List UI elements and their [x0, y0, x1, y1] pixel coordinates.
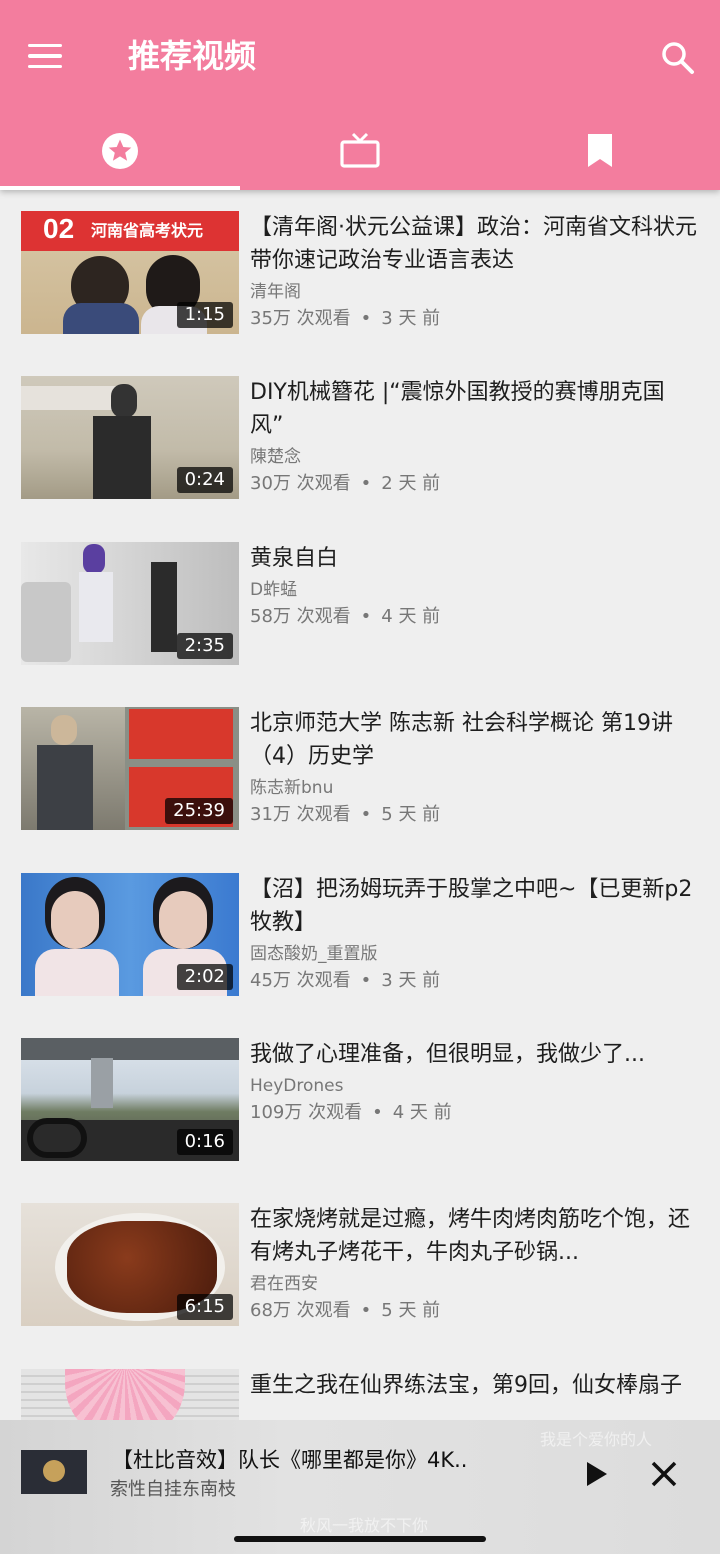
- background-lyric: 我是个爱你的人: [540, 1430, 653, 1449]
- view-count: 109万 次观看: [250, 1102, 363, 1123]
- upload-age: 4 天 前: [392, 1102, 452, 1123]
- video-channel[interactable]: 陳楚念: [250, 444, 698, 470]
- video-title[interactable]: 【清年阁·状元公益课】政治：河南省文科状元带你速记政治专业语言表达: [250, 211, 698, 277]
- view-count: 58万 次观看: [250, 606, 351, 627]
- video-duration: 2:02: [176, 964, 233, 990]
- mini-player-title[interactable]: 【杜比音效】队长《哪里都是你》4K..: [112, 1444, 542, 1476]
- video-title[interactable]: 在家烧烤就是过瘾，烤牛肉烤肉筋吃个饱，还有烤丸子烤花干，牛肉丸子砂锅...: [250, 1203, 698, 1269]
- page-title: 推荐视频: [128, 37, 257, 75]
- video-thumbnail: 02 河南省高考状元 1:15: [21, 211, 239, 334]
- video-duration: 0:24: [176, 467, 233, 493]
- video-thumbnail: 25:39: [21, 707, 239, 830]
- video-title[interactable]: 【沼】把汤姆玩弄于股掌之中吧~【已更新p2牧教】: [250, 873, 698, 939]
- view-count: 45万 次观看: [250, 970, 351, 991]
- video-title[interactable]: DIY机械簪花 |“震惊外国教授的赛博朋克国风”: [250, 376, 698, 442]
- thumbnail-caption: 河南省高考状元: [91, 221, 204, 240]
- tab-recommended[interactable]: [0, 112, 240, 190]
- video-thumbnail: 2:35: [21, 542, 239, 665]
- video-thumbnail: 0:24: [21, 376, 239, 499]
- video-item[interactable]: 2:35 黄泉自白 D蚱蜢 58万 次观看 • 4 天 前: [0, 542, 720, 692]
- video-title[interactable]: 重生之我在仙界练法宝，第9回，仙女棒扇子: [250, 1369, 698, 1402]
- video-channel[interactable]: HeyDrones: [250, 1073, 698, 1099]
- tab-saved[interactable]: [480, 112, 720, 190]
- video-title[interactable]: 黄泉自白: [250, 542, 698, 575]
- view-count: 31万 次观看: [250, 804, 351, 825]
- bookmark-icon: [588, 134, 612, 167]
- video-thumbnail: 0:16: [21, 1038, 239, 1161]
- video-thumbnail: 6:15: [21, 1203, 239, 1326]
- mini-player[interactable]: 我是个爱你的人 秋风一我放不下你 【杜比音效】队长《哪里都是你》4K.. 索性自…: [0, 1420, 720, 1554]
- view-count: 35万 次观看: [250, 308, 351, 329]
- upload-age: 5 天 前: [381, 804, 441, 825]
- video-title[interactable]: 我做了心理准备，但很明显，我做少了...: [250, 1038, 698, 1071]
- video-channel[interactable]: D蚱蜢: [250, 577, 698, 603]
- video-duration: 6:15: [176, 1294, 233, 1320]
- video-item[interactable]: 6:15 在家烧烤就是过瘾，烤牛肉烤肉筋吃个饱，还有烤丸子烤花干，牛肉丸子砂锅.…: [0, 1203, 720, 1353]
- video-item[interactable]: 02 河南省高考状元 1:15 【清年阁·状元公益课】政治：河南省文科状元带你速…: [0, 211, 720, 361]
- video-meta: 35万 次观看 • 3 天 前: [250, 308, 441, 329]
- background-lyric: 秋风一我放不下你: [300, 1516, 429, 1535]
- video-meta: 68万 次观看 • 5 天 前: [250, 1300, 441, 1321]
- upload-age: 4 天 前: [381, 606, 441, 627]
- tab-bar: [0, 112, 720, 190]
- star-circle-icon: [102, 133, 138, 169]
- video-meta: 58万 次观看 • 4 天 前: [250, 606, 441, 627]
- video-channel[interactable]: 固态酸奶_重置版: [250, 941, 698, 967]
- video-duration: 25:39: [165, 798, 233, 824]
- video-meta: 109万 次观看 • 4 天 前: [250, 1102, 452, 1123]
- video-channel[interactable]: 清年阁: [250, 279, 698, 305]
- video-meta: 45万 次观看 • 3 天 前: [250, 970, 441, 991]
- video-duration: 2:35: [176, 633, 233, 659]
- thumbnail-badge: 02: [43, 213, 75, 244]
- upload-age: 3 天 前: [381, 970, 441, 991]
- video-title[interactable]: 北京师范大学 陈志新 社会科学概论 第19讲 （4）历史学: [250, 707, 698, 773]
- video-meta: 31万 次观看 • 5 天 前: [250, 804, 441, 825]
- upload-age: 3 天 前: [381, 308, 441, 329]
- video-meta: 30万 次观看 • 2 天 前: [250, 473, 441, 494]
- home-indicator[interactable]: [234, 1536, 486, 1542]
- upload-age: 2 天 前: [381, 473, 441, 494]
- menu-icon[interactable]: [28, 36, 70, 76]
- search-icon[interactable]: [656, 36, 700, 80]
- tab-tv[interactable]: [240, 112, 480, 190]
- close-icon[interactable]: [646, 1456, 682, 1492]
- app-bar: 推荐视频: [0, 0, 720, 190]
- video-channel[interactable]: 陈志新bnu: [250, 775, 698, 801]
- view-count: 68万 次观看: [250, 1300, 351, 1321]
- mini-player-subtitle: 索性自挂东南枝: [110, 1479, 236, 1500]
- video-item[interactable]: 2:02 【沼】把汤姆玩弄于股掌之中吧~【已更新p2牧教】 固态酸奶_重置版 4…: [0, 873, 720, 1023]
- video-duration: 1:15: [176, 302, 233, 328]
- video-duration: 0:16: [176, 1129, 233, 1155]
- tv-icon: [340, 132, 380, 168]
- video-item[interactable]: 25:39 北京师范大学 陈志新 社会科学概论 第19讲 （4）历史学 陈志新b…: [0, 707, 720, 857]
- upload-age: 5 天 前: [381, 1300, 441, 1321]
- video-thumbnail: 2:02: [21, 873, 239, 996]
- view-count: 30万 次观看: [250, 473, 351, 494]
- video-item[interactable]: 0:24 DIY机械簪花 |“震惊外国教授的赛博朋克国风” 陳楚念 30万 次观…: [0, 376, 720, 526]
- video-channel[interactable]: 君在西安: [250, 1271, 698, 1297]
- mini-player-thumbnail: [21, 1450, 87, 1494]
- play-icon[interactable]: [578, 1456, 614, 1492]
- video-item[interactable]: 0:16 我做了心理准备，但很明显，我做少了... HeyDrones 109万…: [0, 1038, 720, 1188]
